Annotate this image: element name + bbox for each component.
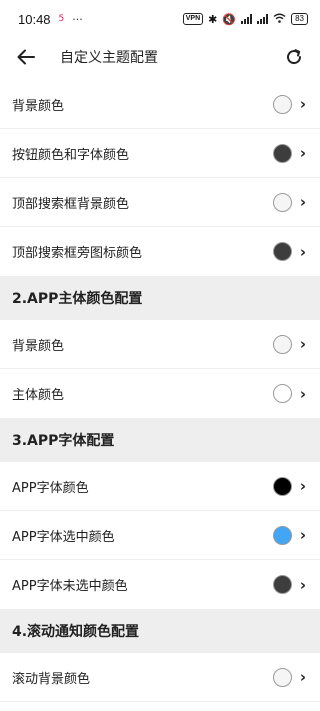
chevron-right-icon: › [299,526,307,544]
section-title: 3.APP字体配置 [12,433,115,449]
app-notification-icon: 5 [58,14,65,24]
row-label: 背景颜色 [12,98,65,114]
refresh-icon [287,49,302,65]
settings-list: 背景颜色 › 按钮颜色和字体颜色 › 顶部搜索框背景颜色 › 顶部搜索框旁图标颜… [0,80,320,702]
color-swatch [273,525,292,545]
setting-row-scroll-background-color[interactable]: 滚动背景颜色 › [0,653,320,702]
color-swatch [273,242,292,261]
setting-row-font-unselected-color[interactable]: APP字体未选中颜色 › [0,560,320,609]
section-header-app-font: 3.APP字体配置 [0,418,320,462]
setting-row-font-color[interactable]: APP字体颜色 › [0,462,320,511]
page-title: 自定义主题配置 [60,50,158,66]
more-notifications-icon: ··· [72,12,83,26]
section-header-app-main-color: 2.APP主体颜色配置 [0,276,320,320]
signal-icon [241,14,253,24]
section-title: 2.APP主体颜色配置 [12,291,143,307]
setting-row-button-font-color[interactable]: 按钮颜色和字体颜色 › [0,129,320,178]
wifi-icon [273,13,286,25]
color-swatch [273,575,292,594]
color-swatch [273,667,292,687]
chevron-right-icon: › [299,477,307,495]
chevron-right-icon: › [299,575,307,594]
bluetooth-icon: ✱ [208,12,218,26]
battery-indicator: 83 [291,13,308,25]
chevron-right-icon: › [299,668,307,686]
row-label: 滚动背景颜色 [12,671,91,687]
section-title: 4.滚动通知颜色配置 [12,624,140,640]
setting-row-main-color[interactable]: 主体颜色 › [0,369,320,418]
back-button[interactable] [14,45,38,69]
color-swatch [273,384,292,403]
row-label: APP字体颜色 [12,480,89,496]
setting-row-font-selected-color[interactable]: APP字体选中颜色 › [0,511,320,560]
signal-icon-2 [257,14,269,24]
vpn-badge: VPN [182,13,204,25]
color-swatch [273,334,292,354]
status-time: 10:48 [18,11,51,27]
setting-row-search-bg-color[interactable]: 顶部搜索框背景颜色 › [0,178,320,227]
row-label: 背景颜色 [12,338,65,354]
setting-row-background-color[interactable]: 背景颜色 › [0,80,320,129]
row-label: 顶部搜索框背景颜色 [12,196,130,212]
section-header-scroll-notice-color: 4.滚动通知颜色配置 [0,609,320,653]
setting-row-app-background-color[interactable]: 背景颜色 › [0,320,320,369]
row-label: APP字体选中颜色 [12,529,115,545]
row-label: 顶部搜索框旁图标颜色 [12,246,143,261]
row-label: 按钮颜色和字体颜色 [12,147,130,163]
row-label: APP字体未选中颜色 [12,579,128,594]
color-swatch [273,192,292,212]
arrow-left-icon [17,49,35,65]
app-bar: 自定义主题配置 [0,38,320,76]
setting-row-search-icon-color[interactable]: 顶部搜索框旁图标颜色 › [0,227,320,276]
chevron-right-icon: › [299,242,307,261]
chevron-right-icon: › [299,384,307,403]
row-label: 主体颜色 [12,388,65,403]
chevron-right-icon: › [299,193,307,211]
status-bar: 10:48 5 ··· VPN ✱ 🔇 83 [0,0,320,38]
color-swatch [273,476,292,496]
mute-icon: 🔇 [222,12,237,26]
color-swatch [273,143,292,163]
color-swatch [273,94,292,114]
chevron-right-icon: › [299,335,307,353]
refresh-button[interactable] [282,45,306,69]
chevron-right-icon: › [299,95,307,113]
chevron-right-icon: › [299,144,307,162]
